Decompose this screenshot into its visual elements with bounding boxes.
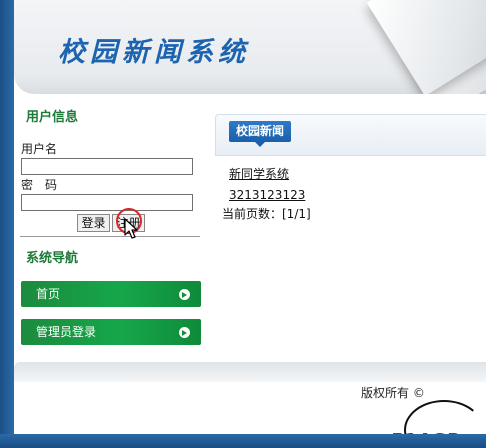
nav-title: 系统导航: [26, 251, 79, 266]
nav-item-admin-login[interactable]: 管理员登录: [21, 319, 201, 345]
header-banner: 校园新闻系统: [14, 0, 486, 94]
nav-item-home[interactable]: 首页: [21, 281, 201, 307]
tab-campus-news[interactable]: 校园新闻: [229, 121, 292, 147]
login-form: 用户名 密 码 登录 注册: [14, 142, 206, 239]
sidebar-divider: [20, 236, 200, 237]
password-input[interactable]: [21, 194, 193, 211]
nav-item-label: 首页: [36, 287, 61, 301]
sidebar: 用户信息 用户名 密 码 登录 注册 系统导航 首页 管理员登录: [14, 108, 206, 345]
login-button-row: 登录 注册: [21, 208, 206, 239]
username-label: 用户名: [21, 142, 58, 156]
bottom-border: [0, 434, 486, 448]
copyright-text: 版权所有 ©: [361, 386, 425, 400]
news-tab-bar: 校园新闻: [215, 114, 486, 156]
news-list: 新同学系统 3213123123: [215, 156, 486, 205]
arrow-right-icon: [179, 289, 190, 300]
login-button[interactable]: 登录: [77, 214, 110, 232]
password-label: 密 码: [21, 178, 58, 192]
left-border: [0, 0, 14, 448]
user-info-title: 用户信息: [26, 110, 79, 125]
news-item-link[interactable]: 新同学系统: [229, 164, 486, 184]
page: 校园新闻系统 用户信息 用户名 密 码 登录 注册 系统导航 首页 管理员登录: [0, 0, 486, 448]
username-input[interactable]: [21, 158, 193, 175]
news-panel: 校园新闻 新同学系统 3213123123 当前页数：[1/1]: [215, 114, 486, 224]
news-item-link[interactable]: 3213123123: [229, 185, 486, 205]
nav-item-label: 管理员登录: [36, 325, 97, 339]
mouse-cursor-icon: [124, 218, 138, 239]
site-title: 校园新闻系统: [58, 37, 250, 68]
page-indicator: 当前页数：[1/1]: [222, 207, 311, 221]
footer-strip: [14, 362, 486, 382]
arrow-right-icon: [179, 327, 190, 338]
